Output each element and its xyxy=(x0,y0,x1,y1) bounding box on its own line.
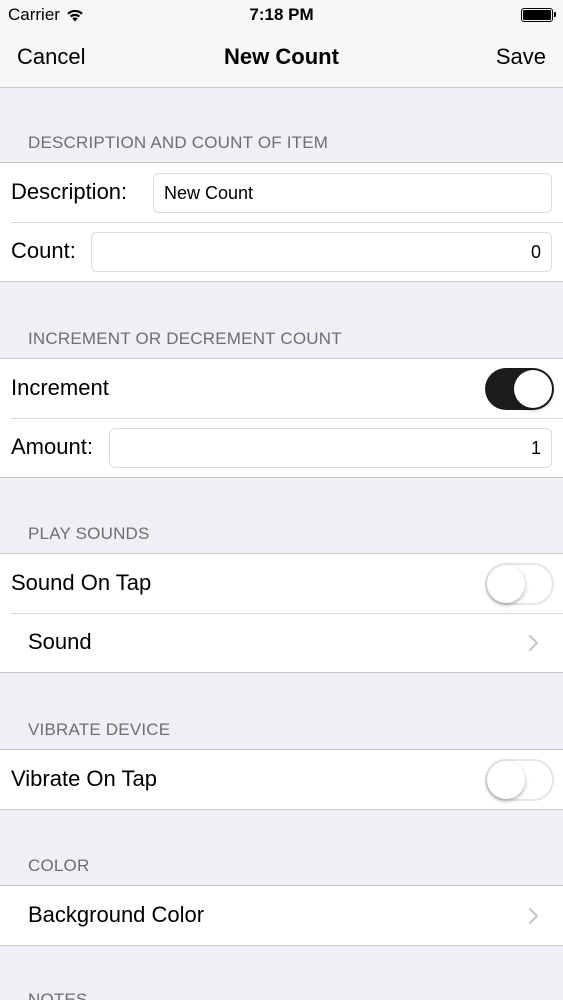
sounds-group: Sound On Tap Sound xyxy=(0,553,563,673)
section-header-notes: NOTES xyxy=(28,990,88,1000)
vibrate-on-tap-label: Vibrate On Tap xyxy=(11,766,157,791)
battery-icon xyxy=(521,8,556,22)
sound-on-tap-toggle[interactable] xyxy=(485,563,554,605)
description-label: Description: xyxy=(11,179,128,204)
amount-row: Amount: xyxy=(0,418,563,477)
section-header-description: DESCRIPTION AND COUNT OF ITEM xyxy=(28,133,329,152)
vibrate-on-tap-toggle[interactable] xyxy=(485,759,554,801)
section-header-vibrate: VIBRATE DEVICE xyxy=(28,720,171,739)
background-color-label: Background Color xyxy=(28,902,205,927)
cancel-button[interactable]: Cancel xyxy=(17,44,85,70)
color-group: Background Color xyxy=(0,885,563,946)
increment-group: Increment Amount: xyxy=(0,358,563,478)
count-row: Count: xyxy=(0,222,563,281)
increment-row: Increment xyxy=(0,359,563,418)
sound-label: Sound xyxy=(28,629,92,654)
chevron-right-icon xyxy=(528,634,539,652)
navigation-bar: Cancel New Count Save xyxy=(0,30,563,88)
count-label: Count: xyxy=(11,238,76,263)
description-row: Description: xyxy=(0,163,563,222)
sound-on-tap-label: Sound On Tap xyxy=(11,570,152,595)
increment-label: Increment xyxy=(11,375,109,400)
amount-input[interactable] xyxy=(109,428,552,468)
vibrate-on-tap-row: Vibrate On Tap xyxy=(0,750,563,809)
background-color-row[interactable]: Background Color xyxy=(0,886,563,945)
chevron-right-icon xyxy=(528,907,539,925)
section-header-increment: INCREMENT OR DECREMENT COUNT xyxy=(28,329,342,348)
section-header-color: COLOR xyxy=(28,856,90,875)
vibrate-group: Vibrate On Tap xyxy=(0,749,563,810)
section-header-sounds: PLAY SOUNDS xyxy=(28,524,150,543)
sound-on-tap-row: Sound On Tap xyxy=(0,554,563,613)
sound-row[interactable]: Sound xyxy=(0,613,563,672)
status-time: 7:18 PM xyxy=(249,5,314,24)
count-input[interactable] xyxy=(91,232,552,272)
status-bar: Carrier 7:18 PM xyxy=(0,0,563,30)
increment-toggle[interactable] xyxy=(485,368,554,410)
amount-label: Amount: xyxy=(11,434,93,459)
description-group: Description: Count: xyxy=(0,162,563,282)
save-button[interactable]: Save xyxy=(496,44,546,70)
description-input[interactable] xyxy=(153,173,552,213)
